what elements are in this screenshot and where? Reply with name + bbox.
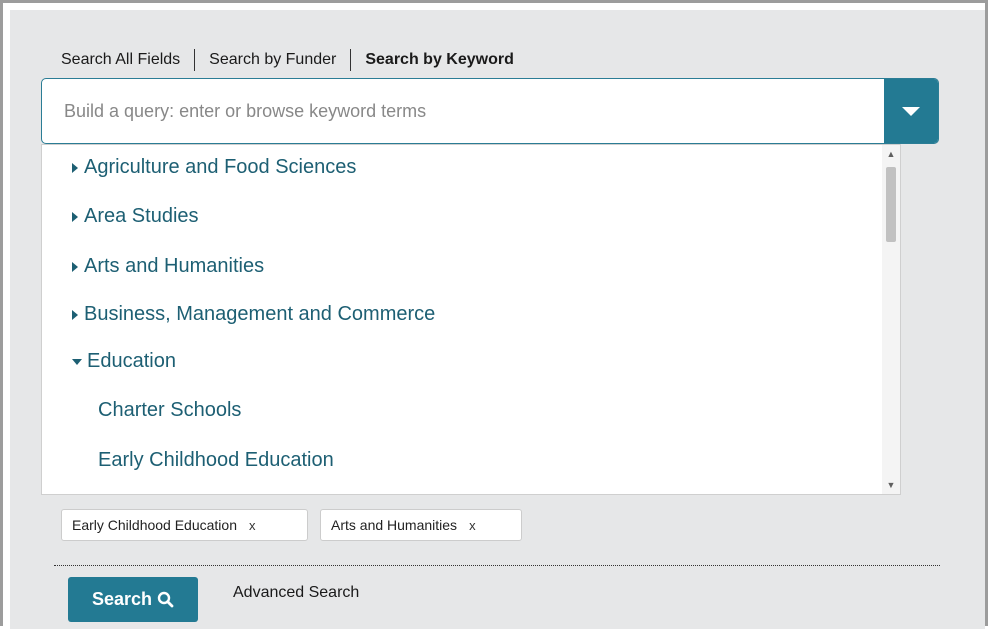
selected-term-chip: Arts and Humanities x [320,509,522,541]
search-mode-tabs: Search All Fields Search by Funder Searc… [61,47,514,73]
remove-term-button[interactable]: x [469,518,476,533]
tree-item-charter-schools[interactable]: Charter Schools [98,399,241,422]
tree-item-label: Agriculture and Food Sciences [84,156,357,178]
tree-item-business[interactable]: Business, Management and Commerce [72,303,435,326]
tree-item-label: Education [87,350,176,372]
section-divider [54,565,940,566]
chip-label: Arts and Humanities [331,517,458,533]
caret-down-icon [902,106,920,116]
tree-item-label: Business, Management and Commerce [84,303,436,325]
scroll-down-icon[interactable]: ▼ [882,478,900,492]
scrollbar-thumb[interactable] [886,167,896,242]
expand-arrow-icon[interactable] [72,309,78,320]
tab-search-by-funder[interactable]: Search by Funder [209,51,336,69]
magnifier-icon [157,591,174,608]
tree-item-label: Area Studies [84,205,199,227]
tree-item-label: Early Childhood Education [98,449,334,471]
tab-separator [194,49,196,71]
tree-item-arts-humanities[interactable]: Arts and Humanities [72,255,264,278]
keyword-query-input[interactable] [42,79,885,143]
tab-search-by-keyword[interactable]: Search by Keyword [365,51,514,69]
scroll-up-icon[interactable]: ▲ [882,147,900,161]
search-button-label: Search [91,589,153,609]
search-button[interactable]: Search [68,577,198,622]
remove-term-button[interactable]: x [249,518,256,533]
keyword-query-box [41,78,939,144]
expand-arrow-icon[interactable] [72,211,78,222]
expand-arrow-icon[interactable] [72,162,78,173]
tree-item-education[interactable]: Education [72,350,176,373]
advanced-search-link[interactable]: Advanced Search [233,584,359,602]
tab-search-all-fields[interactable]: Search All Fields [61,51,180,69]
chip-label: Early Childhood Education [72,517,237,533]
selected-term-chip: Early Childhood Education x [61,509,308,541]
tree-scrollbar[interactable]: ▲ ▼ [882,145,900,494]
tree-item-label: Arts and Humanities [84,255,265,277]
tree-item-early-childhood[interactable]: Early Childhood Education [98,449,334,472]
tree-item-agriculture[interactable]: Agriculture and Food Sciences [72,156,356,179]
keyword-tree-panel: Agriculture and Food Sciences Area Studi… [41,144,901,495]
expand-arrow-icon[interactable] [72,261,78,272]
tree-item-label: Charter Schools [98,399,242,421]
tab-separator [350,49,352,71]
keyword-dropdown-button[interactable] [884,79,938,143]
tree-item-area-studies[interactable]: Area Studies [72,205,199,228]
collapse-arrow-icon[interactable] [72,358,82,365]
